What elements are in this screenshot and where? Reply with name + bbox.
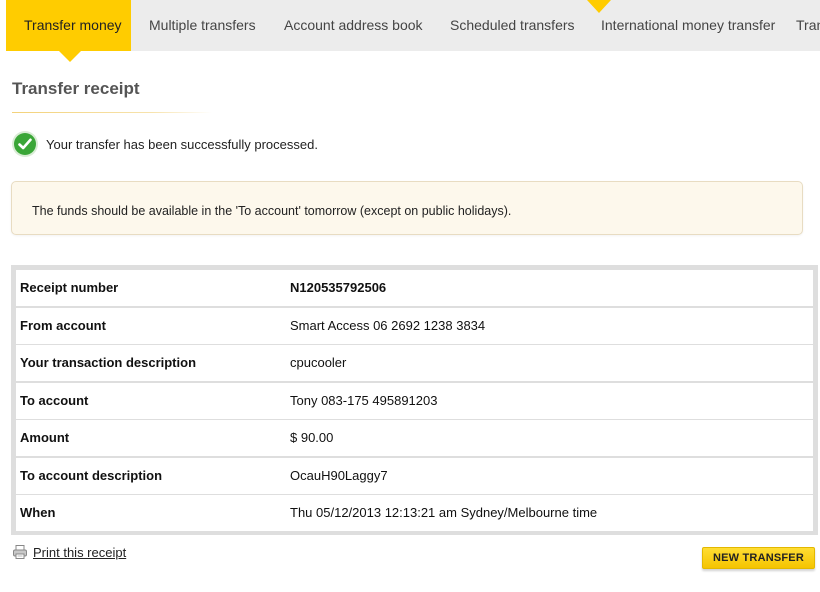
tab-international-money-transfer[interactable]: International money transfer (601, 0, 775, 51)
tab-more[interactable]: Tran (796, 0, 820, 51)
tab-multiple-transfers[interactable]: Multiple transfers (149, 0, 256, 51)
tab-transfer-money[interactable]: Transfer money (6, 0, 131, 51)
page-title: Transfer receipt (12, 79, 140, 98)
print-receipt-link[interactable]: Print this receipt (12, 544, 126, 560)
table-row: To account Tony 083-175 495891203 (16, 383, 813, 419)
info-box: The funds should be available in the 'To… (11, 181, 803, 235)
success-message: Your transfer has been successfully proc… (14, 132, 318, 156)
active-tab-pointer (59, 51, 81, 62)
amount-value: $ 90.00 (290, 430, 334, 445)
check-circle-icon (14, 133, 36, 155)
info-text: The funds should be available in the 'To… (32, 204, 512, 218)
table-row: To account description OcauH90Laggy7 (16, 458, 813, 494)
row-label: Receipt number (20, 280, 119, 295)
tab-scheduled-transfers[interactable]: Scheduled transfers (450, 0, 575, 51)
to-account-value: Tony 083-175 495891203 (290, 393, 438, 408)
printer-icon (12, 544, 28, 560)
row-label: From account (20, 318, 106, 333)
to-account-description-value: OcauH90Laggy7 (290, 468, 388, 483)
description-value: cpucooler (290, 355, 347, 370)
new-transfer-button[interactable]: NEW TRANSFER (702, 547, 815, 569)
hover-indicator (587, 0, 611, 13)
from-account-value: Smart Access 06 2692 1238 3834 (290, 318, 486, 333)
receipt-number-value: N120535792506 (290, 280, 387, 295)
table-row: Amount $ 90.00 (16, 420, 813, 456)
row-label: Your transaction description (20, 355, 197, 370)
when-value: Thu 05/12/2013 12:13:21 am Sydney/Melbou… (290, 505, 598, 520)
row-label: To account description (20, 468, 163, 483)
row-label: When (20, 505, 56, 520)
receipt-table: Receipt number N120535792506 From accoun… (11, 265, 818, 535)
table-row: When Thu 05/12/2013 12:13:21 am Sydney/M… (16, 495, 813, 531)
row-label: To account (20, 393, 89, 408)
table-row: Receipt number N120535792506 (16, 270, 813, 306)
success-text: Your transfer has been successfully proc… (46, 136, 318, 152)
tab-bar: Transfer money Multiple transfers Accoun… (6, 0, 820, 51)
row-label: Amount (20, 430, 70, 445)
tab-account-address-book[interactable]: Account address book (284, 0, 423, 51)
print-receipt-label[interactable]: Print this receipt (33, 545, 126, 560)
table-row: Your transaction description cpucooler (16, 345, 813, 381)
title-underline (12, 112, 212, 113)
table-row: From account Smart Access 06 2692 1238 3… (16, 308, 813, 344)
